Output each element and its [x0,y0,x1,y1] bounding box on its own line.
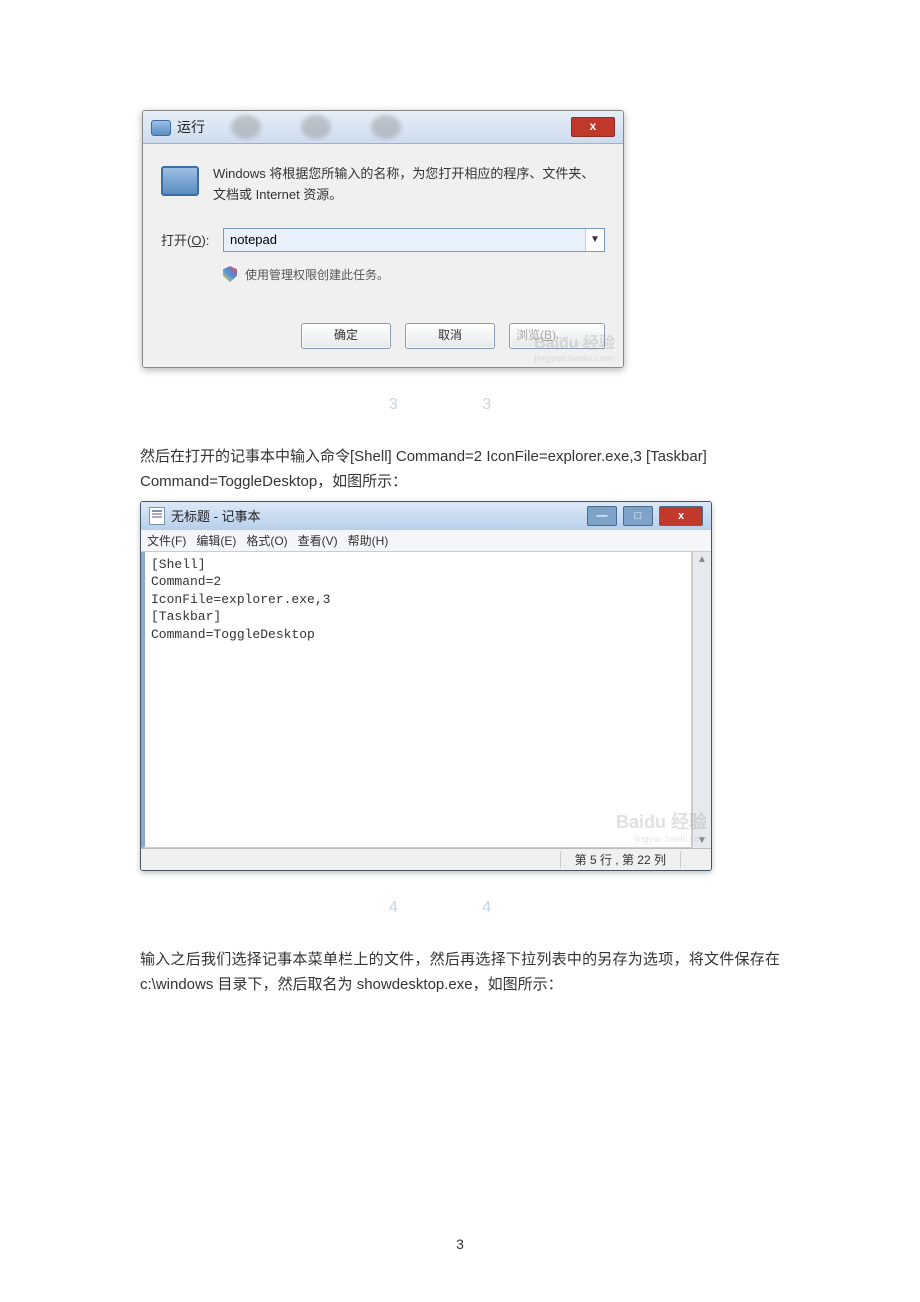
notepad-title-text: 无标题 - 记事本 [171,506,261,525]
maximize-button[interactable]: □ [623,506,653,526]
run-description: Windows 将根据您所输入的名称，为您打开相应的程序、文件夹、文档或 Int… [213,164,605,206]
dropdown-arrow-icon[interactable]: ▼ [585,229,604,251]
menu-edit[interactable]: 编辑(E) [196,532,236,549]
notepad-icon [149,507,165,525]
run-large-icon [161,166,199,196]
cursor-position: 第 5 行 , 第 22 列 [560,851,680,868]
cancel-button[interactable]: 取消 [405,323,495,349]
notepad-editor[interactable]: [Shell] Command=2 IconFile=explorer.exe,… [141,552,692,848]
watermark: Baidu 经验 jingyan.baidu.com [534,329,615,363]
scrollbar[interactable]: ▲ ▼ [692,552,711,848]
instruction-paragraph-2: 输入之后我们选择记事本菜单栏上的文件，然后再选择下拉列表中的另存为选项，将文件保… [140,947,780,998]
run-dialog: 运行 x Windows 将根据您所输入的名称，为您打开相应的程序、文件夹、文档… [142,110,624,368]
notepad-window: 无标题 - 记事本 — □ x 文件(F) 编辑(E) 格式(O) 查看(V) … [140,501,712,871]
notepad-statusbar: 第 5 行 , 第 22 列 [141,848,711,870]
page-number: 3 [0,1236,920,1252]
open-label: 打开(O): [161,230,213,249]
titlebar-blur-bg [211,115,565,139]
step-marker-4: 4 4 [140,871,780,947]
close-button[interactable]: x [659,506,703,526]
run-titlebar[interactable]: 运行 x [143,111,623,144]
menu-help[interactable]: 帮助(H) [348,532,389,549]
admin-note: 使用管理权限创建此任务。 [223,266,605,283]
menu-file[interactable]: 文件(F) [147,532,186,549]
open-combobox[interactable]: ▼ [223,228,605,252]
watermark: Baidu 经验 jingyan.baidu.com [616,808,707,844]
close-button[interactable]: x [571,117,615,137]
menu-view[interactable]: 查看(V) [298,532,338,549]
ok-button[interactable]: 确定 [301,323,391,349]
minimize-button[interactable]: — [587,506,617,526]
notepad-titlebar[interactable]: 无标题 - 记事本 — □ x [141,502,711,530]
open-input[interactable] [224,229,585,251]
instruction-paragraph-1: 然后在打开的记事本中输入命令[Shell] Command=2 IconFile… [140,444,780,495]
notepad-menubar: 文件(F) 编辑(E) 格式(O) 查看(V) 帮助(H) [141,530,711,552]
shield-icon [223,266,237,282]
run-icon [151,120,171,136]
scroll-up-icon[interactable]: ▲ [697,554,707,565]
step-marker-3: 3 3 [140,368,780,444]
menu-format[interactable]: 格式(O) [246,532,287,549]
admin-note-text: 使用管理权限创建此任务。 [245,266,389,283]
run-title-text: 运行 [177,117,205,137]
